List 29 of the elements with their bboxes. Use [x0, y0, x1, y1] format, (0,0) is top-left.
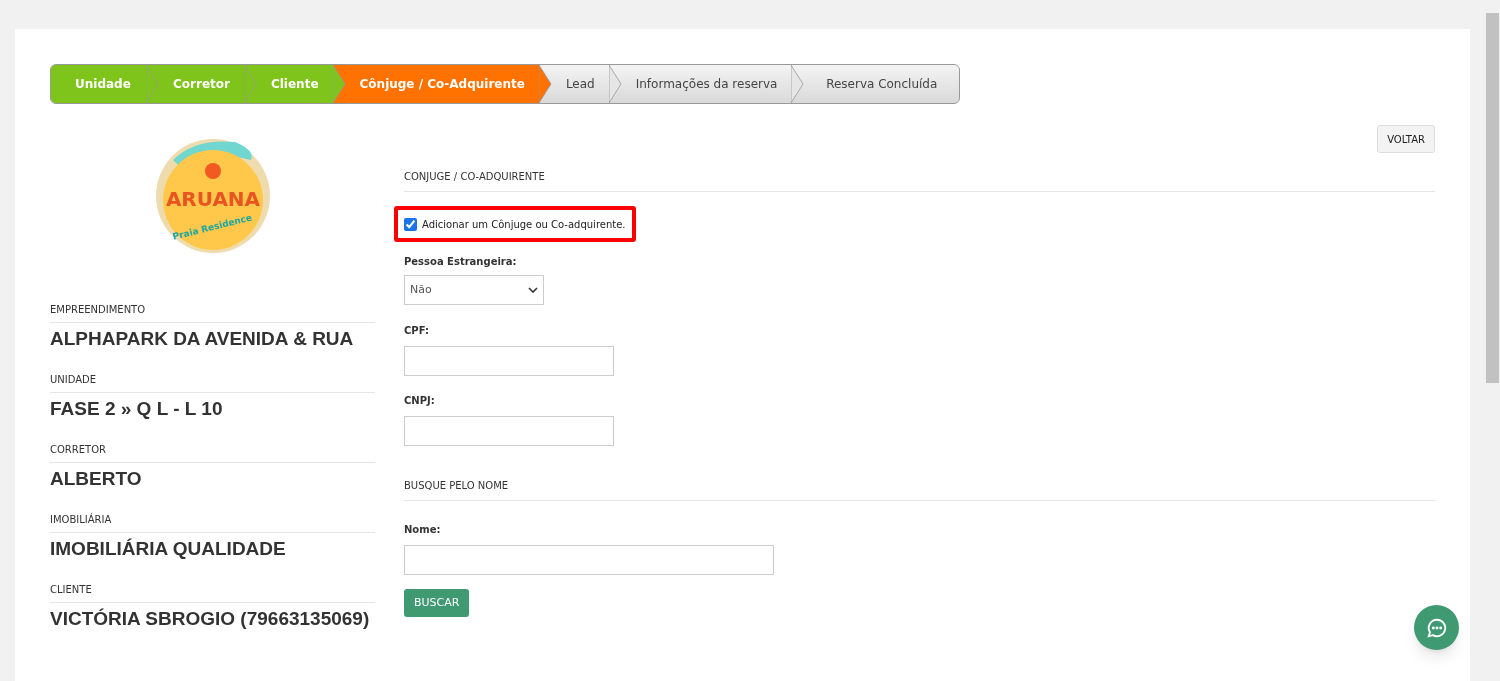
field-label: Nome:	[404, 523, 442, 537]
field-label: Pessoa Estrangeira:	[404, 255, 518, 269]
step-tab[interactable]: Informações da reserva	[608, 65, 792, 103]
chevron-down-icon	[528, 287, 538, 293]
field-label: CNPJ:	[404, 394, 436, 408]
back-button[interactable]: VOLTAR	[1377, 125, 1435, 153]
cpf-input[interactable]	[404, 346, 614, 376]
chat-bubble-icon	[1425, 616, 1448, 639]
summary-value: VICTÓRIA SBROGIO (79663135069)	[50, 607, 371, 631]
step-tab[interactable]: Reserva Concluída	[791, 65, 959, 103]
foreigner-select[interactable]: Não	[404, 275, 544, 305]
summary-label: EMPREENDIMENTO	[50, 302, 375, 323]
summary-value: IMOBILIÁRIA QUALIDADE	[50, 537, 287, 561]
summary-value: ALPHAPARK DA AVENIDA & RUA	[50, 327, 355, 351]
summary-label: UNIDADE	[50, 372, 375, 393]
summary-label: IMOBILIÁRIA	[50, 512, 375, 533]
summary-label: CLIENTE	[50, 582, 375, 603]
checkbox[interactable]	[404, 217, 417, 231]
section-title: BUSQUE PELO NOME	[404, 478, 1435, 501]
field-label: CPF:	[404, 324, 430, 338]
scrollbar-thumb[interactable]	[1486, 13, 1499, 383]
summary-value: FASE 2 » Q L - L 10	[50, 397, 224, 421]
summary-value: ALBERTO	[50, 467, 143, 491]
add-spouse-checkbox[interactable]: Adicionar um Cônjuge ou Co-adquirente.	[394, 206, 636, 242]
step-tab[interactable]: Lead	[538, 65, 609, 103]
cnpj-input[interactable]	[404, 416, 614, 446]
summary-label: CORRETOR	[50, 442, 375, 463]
name-input[interactable]	[404, 545, 774, 575]
section-title: CONJUGE / CO-ADQUIRENTE	[404, 169, 1435, 192]
